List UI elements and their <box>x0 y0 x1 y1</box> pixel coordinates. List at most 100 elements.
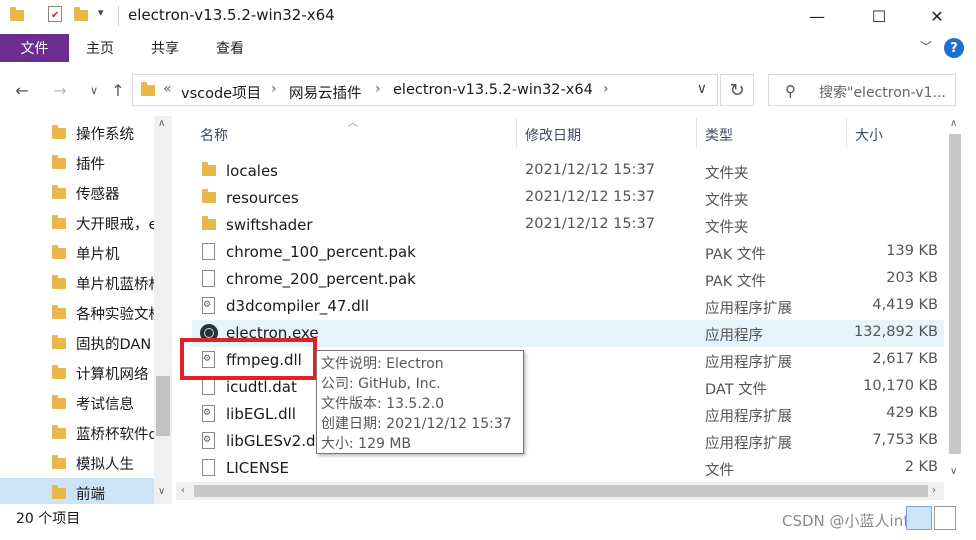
scroll-down-icon[interactable]: ∨ <box>950 466 957 477</box>
horizontal-scroll-thumb[interactable] <box>194 485 928 497</box>
nav-item-selected[interactable]: 前端 <box>0 478 156 504</box>
file-row[interactable]: LICENSE 文件 2 KB <box>192 455 944 482</box>
file-list: locales 2021/12/12 15:37 文件夹 resources 2… <box>176 158 944 482</box>
item-count: 20 个项目 <box>16 511 81 527</box>
customize-toolbar-icon[interactable]: ▾ <box>98 6 104 19</box>
nav-item[interactable]: 蓝桥杯软件d <box>0 418 156 448</box>
large-icons-view-icon[interactable] <box>934 506 956 530</box>
folder-icon <box>52 484 66 499</box>
highlight-box <box>180 338 317 380</box>
tooltip-description: 文件说明: Electron <box>321 356 444 372</box>
folder-icon <box>52 304 66 319</box>
file-row[interactable]: libEGL.dll 应用程序扩展 429 KB <box>192 401 944 428</box>
nav-item[interactable]: 操作系统 <box>0 118 156 148</box>
file-row[interactable]: swiftshader 2021/12/12 15:37 文件夹 <box>192 212 944 239</box>
folder-icon <box>52 154 66 169</box>
properties-icon[interactable]: ✔ <box>48 6 62 22</box>
file-tooltip: 文件说明: Electron 公司: GitHub, Inc. 文件版本: 13… <box>316 350 524 454</box>
nav-item[interactable]: 单片机 <box>0 238 156 268</box>
column-type[interactable]: 类型 <box>705 125 733 145</box>
folder-icon <box>52 244 66 259</box>
folder-icon <box>52 424 66 439</box>
nav-item[interactable]: 传感器 <box>0 178 156 208</box>
column-divider[interactable] <box>696 118 697 148</box>
tooltip-created: 创建日期: 2021/12/12 15:37 <box>321 416 512 432</box>
column-name[interactable]: 名称 <box>200 125 228 145</box>
close-button[interactable]: ✕ <box>914 0 960 32</box>
status-bar: 20 个项目 CSDN @小蓝人info <box>0 504 976 540</box>
breadcrumb-netease-plugin[interactable]: 网易云插件 <box>289 82 362 103</box>
window-title: electron-v13.5.2-win32-x64 <box>128 6 335 24</box>
breadcrumb-separator[interactable]: › <box>375 81 381 97</box>
navigation-pane: 操作系统 插件 传感器 大开眼戒，e 单片机 单片机蓝桥杯 各种实验文档 固执的… <box>0 116 174 504</box>
overflow-chevron[interactable]: « <box>163 81 172 97</box>
scroll-up-icon[interactable]: ∧ <box>950 118 957 129</box>
watermark: CSDN @小蓝人info <box>782 512 918 530</box>
file-row[interactable]: resources 2021/12/12 15:37 文件夹 <box>192 185 944 212</box>
tab-view[interactable]: 查看 <box>216 34 244 62</box>
expand-ribbon-icon[interactable]: ﹀ <box>920 38 932 55</box>
nav-scroll-thumb[interactable] <box>156 376 170 436</box>
scroll-down-icon[interactable]: ∨ <box>158 486 165 497</box>
ribbon: 文件 主页 共享 查看 ﹀ <box>0 34 976 62</box>
nav-item[interactable]: 各种实验文档 <box>0 298 156 328</box>
nav-scrollbar[interactable]: ∧ ∨ <box>154 116 172 504</box>
breadcrumb-separator[interactable]: › <box>271 81 277 97</box>
column-header: ︿ 名称 修改日期 类型 大小 <box>176 116 944 150</box>
folder-icon <box>52 364 66 379</box>
nav-item[interactable]: 固执的DAN <box>0 328 156 358</box>
folder-icon <box>52 334 66 349</box>
tab-share[interactable]: 共享 <box>151 34 179 62</box>
tooltip-size: 大小: 129 MB <box>321 436 412 452</box>
refresh-icon[interactable]: ↻ <box>720 74 754 106</box>
file-row[interactable]: chrome_200_percent.pak PAK 文件 203 KB <box>192 266 944 293</box>
help-icon[interactable]: ? <box>944 38 964 58</box>
nav-item[interactable]: 单片机蓝桥杯 <box>0 268 156 298</box>
navigation-row: ← → ∨ ↑ « vscode项目 › 网易云插件 › electron-v1… <box>0 70 976 110</box>
up-arrow-icon[interactable]: ↑ <box>106 78 130 102</box>
nav-item[interactable]: 模拟人生 <box>0 448 156 478</box>
address-dropdown-icon[interactable]: ∨ <box>697 81 707 97</box>
minimize-button[interactable]: — <box>794 0 840 32</box>
folder-icon <box>52 214 66 229</box>
folder-icon <box>52 394 66 409</box>
scroll-up-icon[interactable]: ∧ <box>158 118 165 129</box>
file-row[interactable]: locales 2021/12/12 15:37 文件夹 <box>192 158 944 185</box>
title-separator <box>118 6 119 26</box>
scroll-right-icon[interactable]: › <box>932 485 936 496</box>
folder-icon <box>52 184 66 199</box>
breadcrumb-electron[interactable]: electron-v13.5.2-win32-x64 <box>393 82 593 98</box>
folder-icon <box>52 454 66 469</box>
column-date[interactable]: 修改日期 <box>525 125 581 145</box>
file-list-scrollbar[interactable]: ∧ ∨ <box>946 116 964 482</box>
tab-home[interactable]: 主页 <box>86 34 114 62</box>
scroll-left-icon[interactable]: ‹ <box>181 485 185 496</box>
address-bar[interactable]: « vscode项目 › 网易云插件 › electron-v13.5.2-wi… <box>132 74 718 106</box>
nav-item[interactable]: 考试信息 <box>0 388 156 418</box>
search-input[interactable]: ⚲ 搜索"electron-v1... <box>768 74 956 106</box>
breadcrumb-vscode[interactable]: vscode项目 <box>181 82 261 103</box>
search-placeholder: 搜索"electron-v1... <box>819 85 946 101</box>
maximize-button[interactable]: ☐ <box>856 0 902 32</box>
forward-arrow-icon[interactable]: → <box>48 78 72 102</box>
tooltip-version: 文件版本: 13.5.2.0 <box>321 396 445 412</box>
nav-item[interactable]: 计算机网络 <box>0 358 156 388</box>
column-divider[interactable] <box>516 118 517 148</box>
nav-item[interactable]: 插件 <box>0 148 156 178</box>
details-view-icon[interactable] <box>906 506 932 530</box>
breadcrumb-separator[interactable]: › <box>603 81 609 97</box>
file-row[interactable]: libGLESv2.dll 应用程序扩展 7,753 KB <box>192 428 944 455</box>
horizontal-scrollbar[interactable]: ‹ › <box>176 482 944 500</box>
file-list-scroll-thumb[interactable] <box>949 134 961 454</box>
recent-locations-icon[interactable]: ∨ <box>82 78 106 102</box>
column-size[interactable]: 大小 <box>855 125 883 145</box>
tab-file[interactable]: 文件 <box>0 34 69 62</box>
folder-icon <box>52 124 66 139</box>
nav-item[interactable]: 大开眼戒，e <box>0 208 156 238</box>
title-bar: ✔ ▾ electron-v13.5.2-win32-x64 — ☐ ✕ <box>0 0 976 32</box>
file-row[interactable]: chrome_100_percent.pak PAK 文件 139 KB <box>192 239 944 266</box>
file-row[interactable]: d3dcompiler_47.dll 应用程序扩展 4,419 KB <box>192 293 944 320</box>
column-divider[interactable] <box>846 118 847 148</box>
back-arrow-icon[interactable]: ← <box>10 78 34 102</box>
sort-ascending-icon: ︿ <box>348 118 358 129</box>
